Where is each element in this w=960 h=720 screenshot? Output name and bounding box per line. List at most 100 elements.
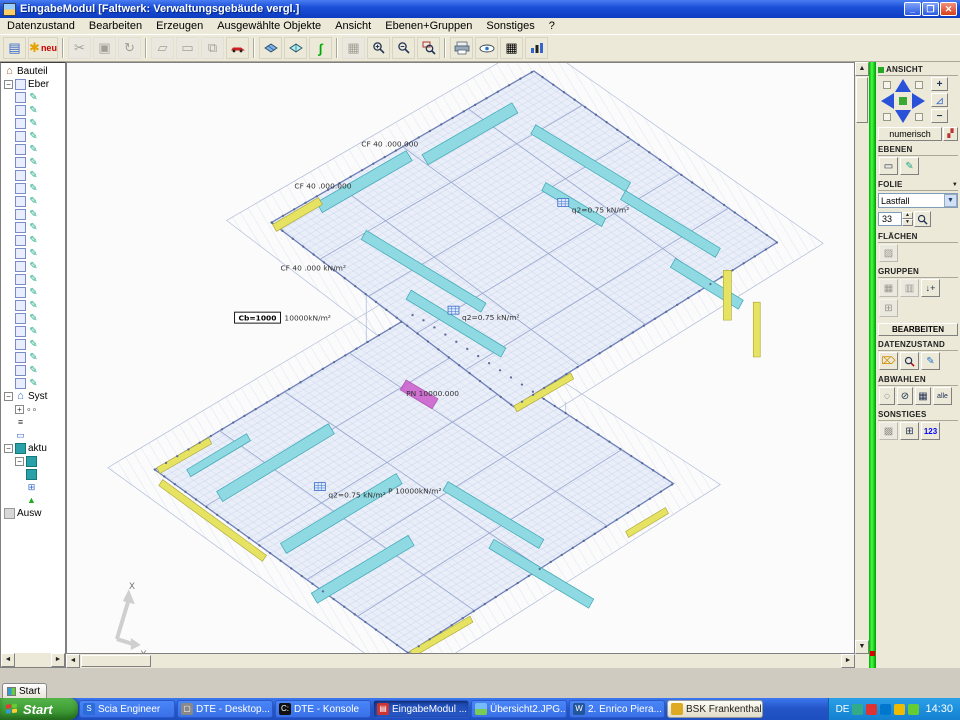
tree-item-element[interactable]: ✎ [2, 130, 65, 143]
ebene-edit-button[interactable]: ✎ [900, 157, 919, 175]
rotate-left-icon[interactable] [881, 93, 894, 109]
tree-item-element[interactable]: ✎ [2, 117, 65, 130]
compass-corner[interactable] [883, 81, 891, 89]
folie-number-input[interactable]: 33 [878, 212, 902, 226]
scroll-right-icon[interactable]: ► [841, 654, 855, 668]
tree-item-element[interactable]: ✎ [2, 182, 65, 195]
tree-item-window[interactable]: ▭ [2, 429, 65, 442]
tray-icon-3[interactable] [880, 704, 891, 715]
compass-corner[interactable] [915, 81, 923, 89]
tree-item-element[interactable]: ✎ [2, 286, 65, 299]
scroll-up-icon[interactable]: ▲ [855, 62, 869, 76]
spin-down-icon[interactable]: ▼ [902, 219, 913, 226]
tree-item-aktuell[interactable]: − aktu [2, 442, 65, 455]
menu-erzeugen[interactable]: Erzeugen [149, 19, 210, 33]
taskbar-button-enrico[interactable]: W 2. Enrico Piera... [569, 700, 665, 718]
dropdown-arrow-icon[interactable]: ▼ [944, 194, 957, 207]
mesh-button[interactable]: ▦ [342, 37, 365, 59]
compass-corner[interactable] [883, 113, 891, 121]
compass-center[interactable] [899, 97, 907, 105]
ebene-select-button[interactable]: ▭ [879, 157, 898, 175]
tree-item-element[interactable]: ✎ [2, 234, 65, 247]
view-compass[interactable] [880, 78, 926, 124]
wall-strip-button[interactable]: ▱ [151, 37, 174, 59]
export-plan-button[interactable]: ▤ [3, 37, 26, 59]
tree-item-element[interactable]: ✎ [2, 169, 65, 182]
print-button[interactable] [450, 37, 473, 59]
tree-item-grid[interactable]: ⊞ [2, 481, 65, 494]
tray-icon-1[interactable] [852, 704, 863, 715]
edit-data-button[interactable]: ✎ [921, 352, 940, 370]
language-indicator[interactable]: DE [836, 704, 850, 715]
project-tree[interactable]: ⌂ Bauteil − Eber ✎ ✎ [1, 63, 65, 653]
scroll-down-icon[interactable]: ▼ [855, 640, 869, 654]
bearbeiten-bar[interactable]: BEARBEITEN [878, 323, 958, 336]
cut-button[interactable]: ✂ [68, 37, 91, 59]
tree-item-nodes[interactable]: + ∘∘ [2, 403, 65, 416]
view-options-button[interactable] [475, 37, 498, 59]
tree-item-folie[interactable]: − [2, 455, 65, 468]
menu-ebenen-gruppen[interactable]: Ebenen+Gruppen [378, 19, 479, 33]
tree-item-element[interactable]: ✎ [2, 364, 65, 377]
zoom-out-button[interactable] [392, 37, 415, 59]
deselect-cross-button[interactable]: ⊘ [897, 387, 913, 405]
taskbar-button-bsk[interactable]: BSK Frankenthal [667, 700, 763, 718]
deselect-all-button[interactable]: alle [933, 387, 952, 405]
tree-item-element[interactable]: ✎ [2, 208, 65, 221]
rotate-down-icon[interactable] [895, 110, 911, 123]
slab-view-2-button[interactable] [284, 37, 307, 59]
close-button[interactable]: ✕ [940, 2, 957, 16]
view-settings-button[interactable]: ▞ [943, 127, 958, 141]
expand-icon[interactable]: + [15, 405, 24, 414]
tree-horizontal-scrollbar[interactable]: ◄ ► [1, 653, 65, 667]
tree-item-folie-sub[interactable] [2, 468, 65, 481]
paste-button[interactable]: ▣ [93, 37, 116, 59]
link-button[interactable]: ⧉ [201, 37, 224, 59]
tree-item-element[interactable]: ✎ [2, 273, 65, 286]
tree-item-element[interactable]: ✎ [2, 104, 65, 117]
new-button[interactable]: ✱neu [28, 37, 58, 59]
tree-item-element[interactable]: ✎ [2, 221, 65, 234]
collapse-icon[interactable]: − [4, 392, 13, 401]
refresh-button[interactable]: ↻ [118, 37, 141, 59]
menu-datenzustand[interactable]: Datenzustand [0, 19, 82, 33]
numerisch-button[interactable]: numerisch [878, 127, 942, 141]
flaechen-button[interactable]: ▨ [879, 244, 898, 262]
collapse-arrow-icon[interactable]: ▼ [952, 182, 958, 188]
tree-item-element[interactable]: ✎ [2, 299, 65, 312]
scroll-left-icon[interactable]: ◄ [1, 653, 15, 667]
scroll-right-icon[interactable]: ► [51, 653, 65, 667]
tray-icon-5[interactable] [908, 704, 919, 715]
tree-item-element[interactable]: ✎ [2, 312, 65, 325]
zoom-in-button[interactable] [367, 37, 390, 59]
compass-corner[interactable] [915, 113, 923, 121]
misc-table-button[interactable]: ⊞ [900, 422, 919, 440]
numbering-button[interactable]: 123 [921, 422, 940, 440]
tree-item-auswahl[interactable]: Ausw [2, 507, 65, 520]
tree-item-element[interactable]: ✎ [2, 260, 65, 273]
gruppe-add-button[interactable]: ↓+ [921, 279, 940, 297]
collapse-icon[interactable]: − [4, 444, 13, 453]
deselect-nodes-button[interactable]: ◌ [879, 387, 895, 405]
slab-view-button[interactable] [259, 37, 282, 59]
scrollbar-thumb[interactable] [856, 77, 868, 123]
wall-strip-2-button[interactable]: ▭ [176, 37, 199, 59]
zoom-minus-button[interactable]: − [931, 109, 948, 123]
integral-button[interactable]: ∫ [309, 37, 332, 59]
tree-item-element[interactable]: ✎ [2, 338, 65, 351]
rotate-right-icon[interactable] [912, 93, 925, 109]
tree-item-element[interactable]: ✎ [2, 377, 65, 390]
tree-item-ebene[interactable]: − Eber [2, 78, 65, 91]
tray-icon-4[interactable] [894, 704, 905, 715]
tree-item-element[interactable]: ✎ [2, 351, 65, 364]
tree-item-element[interactable]: ✎ [2, 325, 65, 338]
collapse-icon[interactable]: − [15, 457, 24, 466]
table-output-button[interactable]: ▦ [500, 37, 523, 59]
scrollbar-thumb[interactable] [81, 655, 151, 667]
menu-help[interactable]: ? [542, 19, 562, 33]
tree-item-element[interactable]: ✎ [2, 195, 65, 208]
axonometry-button[interactable]: ◿ [931, 93, 948, 107]
tree-item-marker[interactable]: ▲ [2, 494, 65, 507]
mini-start-tab[interactable]: Start [2, 683, 47, 698]
clean-button[interactable]: ⌦ [879, 352, 898, 370]
